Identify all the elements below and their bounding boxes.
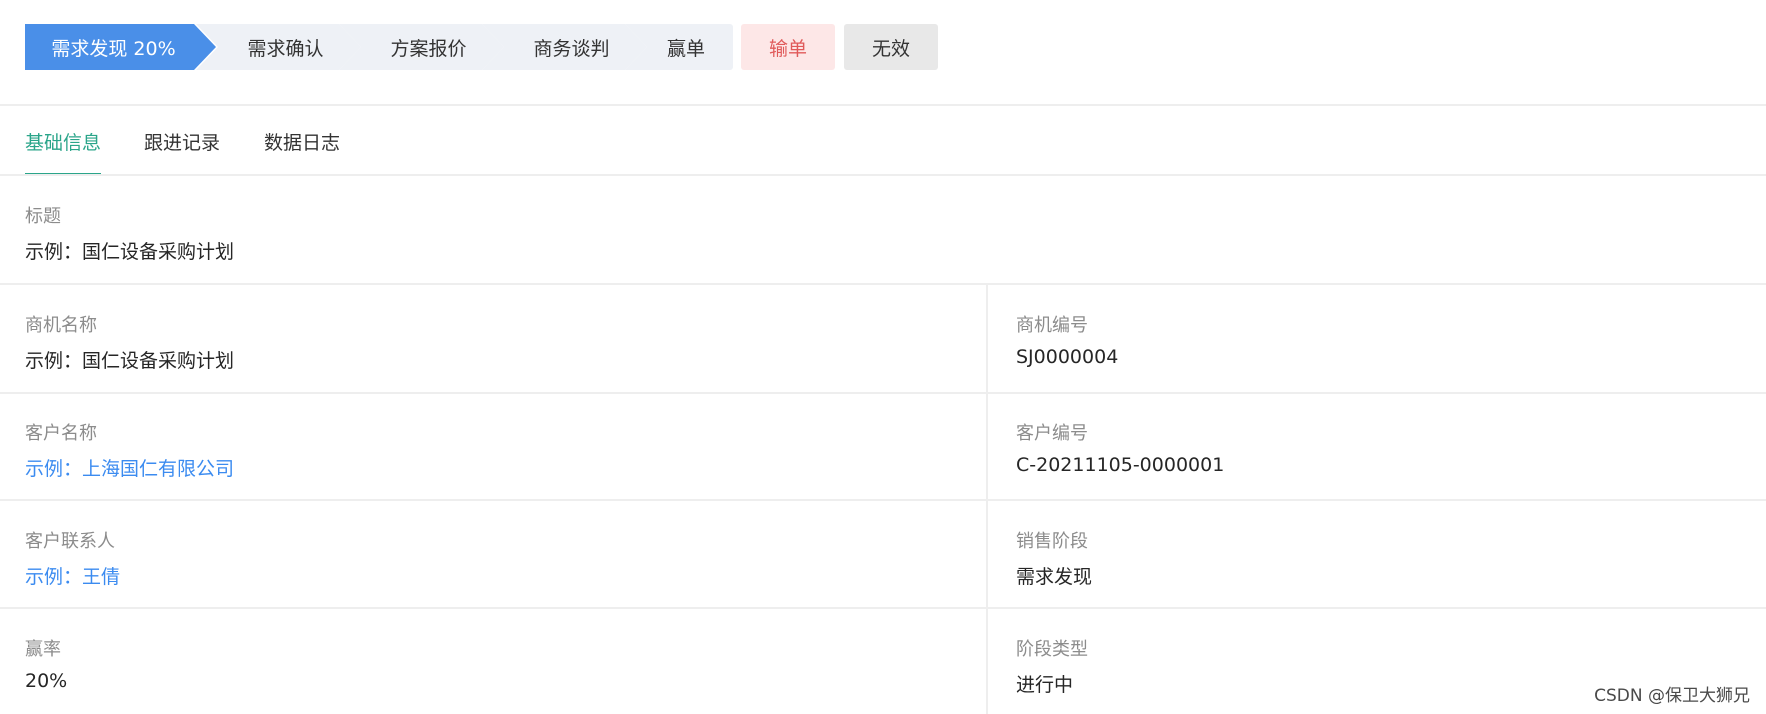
field-customer-name: 客户名称 示例：上海国仁有限公司 bbox=[25, 419, 234, 481]
field-value: 进行中 bbox=[1016, 674, 1074, 696]
column-divider bbox=[986, 285, 988, 714]
stage-invalid-button[interactable]: 无效 bbox=[844, 24, 938, 70]
field-win-rate: 赢率 20% bbox=[25, 635, 67, 692]
field-label: 客户编号 bbox=[1016, 423, 1088, 444]
field-value: 示例：国仁设备采购计划 bbox=[25, 350, 235, 372]
tab-label: 数据日志 bbox=[264, 132, 341, 154]
field-title: 标题 示例：国仁设备采购计划 bbox=[25, 202, 234, 264]
field-label: 商机名称 bbox=[25, 315, 97, 336]
field-sales-stage: 销售阶段 需求发现 bbox=[1016, 527, 1092, 589]
stage-label: 方案报价 bbox=[390, 37, 467, 60]
stage-label: 赢单 bbox=[666, 37, 705, 60]
watermark: CSDN @保卫大狮兄 bbox=[1594, 686, 1750, 706]
stage-label: 商务谈判 bbox=[533, 37, 610, 60]
tab-follow-up-records[interactable]: 跟进记录 bbox=[144, 128, 220, 176]
field-label: 商机编号 bbox=[1016, 315, 1088, 336]
sales-stage-bar: 需求发现 20% 需求确认 方案报价 商务谈判 赢单 输单 无效 bbox=[0, 0, 1766, 104]
stage-proposal-quote[interactable]: 方案报价 bbox=[339, 24, 504, 70]
customer-name-link[interactable]: 示例：上海国仁有限公司 bbox=[25, 454, 234, 481]
field-stage-type: 阶段类型 进行中 bbox=[1016, 635, 1088, 697]
tab-data-log[interactable]: 数据日志 bbox=[264, 128, 340, 176]
field-value: 需求发现 bbox=[1016, 566, 1093, 588]
customer-contact-link[interactable]: 示例：王倩 bbox=[25, 562, 120, 589]
field-label: 阶段类型 bbox=[1016, 639, 1088, 660]
field-opportunity-number: 商机编号 SJ0000004 bbox=[1016, 311, 1118, 368]
stage-demand-discovery[interactable]: 需求发现 20% bbox=[25, 24, 216, 70]
divider bbox=[0, 174, 1766, 176]
field-customer-number: 客户编号 C-20211105-0000001 bbox=[1016, 419, 1224, 476]
field-value: 20% bbox=[25, 670, 68, 692]
field-label: 赢率 bbox=[25, 639, 61, 660]
field-label: 客户名称 bbox=[25, 423, 97, 444]
detail-tabs: 基础信息 跟进记录 数据日志 bbox=[0, 106, 1766, 176]
divider bbox=[0, 392, 1766, 394]
field-label: 标题 bbox=[25, 206, 61, 227]
divider bbox=[0, 607, 1766, 609]
tab-label: 基础信息 bbox=[25, 132, 102, 154]
tab-label: 跟进记录 bbox=[144, 132, 221, 154]
field-value: 示例：国仁设备采购计划 bbox=[25, 241, 235, 263]
stage-label: 无效 bbox=[871, 37, 910, 60]
stage-label: 需求确认 bbox=[247, 37, 324, 60]
stage-label: 输单 bbox=[768, 37, 807, 60]
tab-basic-info[interactable]: 基础信息 bbox=[25, 128, 102, 176]
stage-label: 需求发现 20% bbox=[51, 37, 176, 60]
field-value: C-20211105-0000001 bbox=[1016, 454, 1225, 476]
field-customer-contact: 客户联系人 示例：王倩 bbox=[25, 527, 120, 589]
stage-negotiation[interactable]: 商务谈判 bbox=[482, 24, 647, 70]
field-opportunity-name: 商机名称 示例：国仁设备采购计划 bbox=[25, 311, 234, 373]
field-label: 销售阶段 bbox=[1016, 531, 1088, 552]
field-value: SJ0000004 bbox=[1016, 346, 1119, 368]
stage-lost-button[interactable]: 输单 bbox=[741, 24, 835, 70]
divider bbox=[0, 499, 1766, 501]
divider bbox=[0, 283, 1766, 285]
field-label: 客户联系人 bbox=[25, 531, 115, 552]
stage-demand-confirm[interactable]: 需求确认 bbox=[196, 24, 361, 70]
